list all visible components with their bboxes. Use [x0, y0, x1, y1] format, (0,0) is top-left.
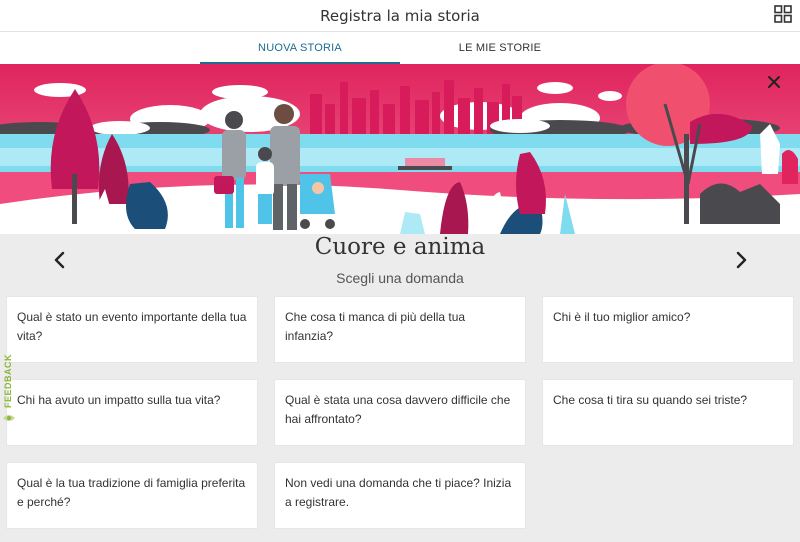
question-card[interactable]: Qual è stato un evento importante della … — [6, 296, 258, 363]
chevron-right-icon[interactable] — [733, 250, 749, 270]
tab-my-stories[interactable]: LE MIE STORIE — [400, 32, 600, 64]
question-card[interactable]: Qual è la tua tradizione di famiglia pre… — [6, 462, 258, 529]
app-header: Registra la mia storia — [0, 0, 800, 32]
start-recording-card[interactable]: Non vedi una domanda che ti piace? Inizi… — [274, 462, 526, 529]
close-icon[interactable] — [766, 74, 782, 90]
category-subtitle: Scegli una domanda — [336, 270, 464, 286]
question-card[interactable]: Che cosa ti manca di più della tua infan… — [274, 296, 526, 363]
feedback-label: FEEDBACK — [3, 353, 13, 408]
grid-icon[interactable] — [774, 5, 792, 23]
question-card[interactable]: Chi è il tuo miglior amico? — [542, 296, 794, 363]
question-card[interactable]: Chi ha avuto un impatto sulla tua vita? — [6, 379, 258, 446]
page-title: Registra la mia storia — [320, 7, 480, 25]
feedback-icon — [3, 415, 15, 421]
category-title: Cuore e anima — [314, 234, 486, 260]
hero-illustration — [0, 64, 800, 234]
question-card[interactable]: Qual è stata una cosa davvero difficile … — [274, 379, 526, 446]
tab-new-story[interactable]: NUOVA STORIA — [200, 32, 400, 64]
question-card[interactable]: Che cosa ti tira su quando sei triste? — [542, 379, 794, 446]
tab-bar: NUOVA STORIA LE MIE STORIE — [0, 32, 800, 64]
feedback-tab[interactable]: FEEDBACK — [0, 352, 16, 430]
chevron-left-icon[interactable] — [52, 250, 68, 270]
